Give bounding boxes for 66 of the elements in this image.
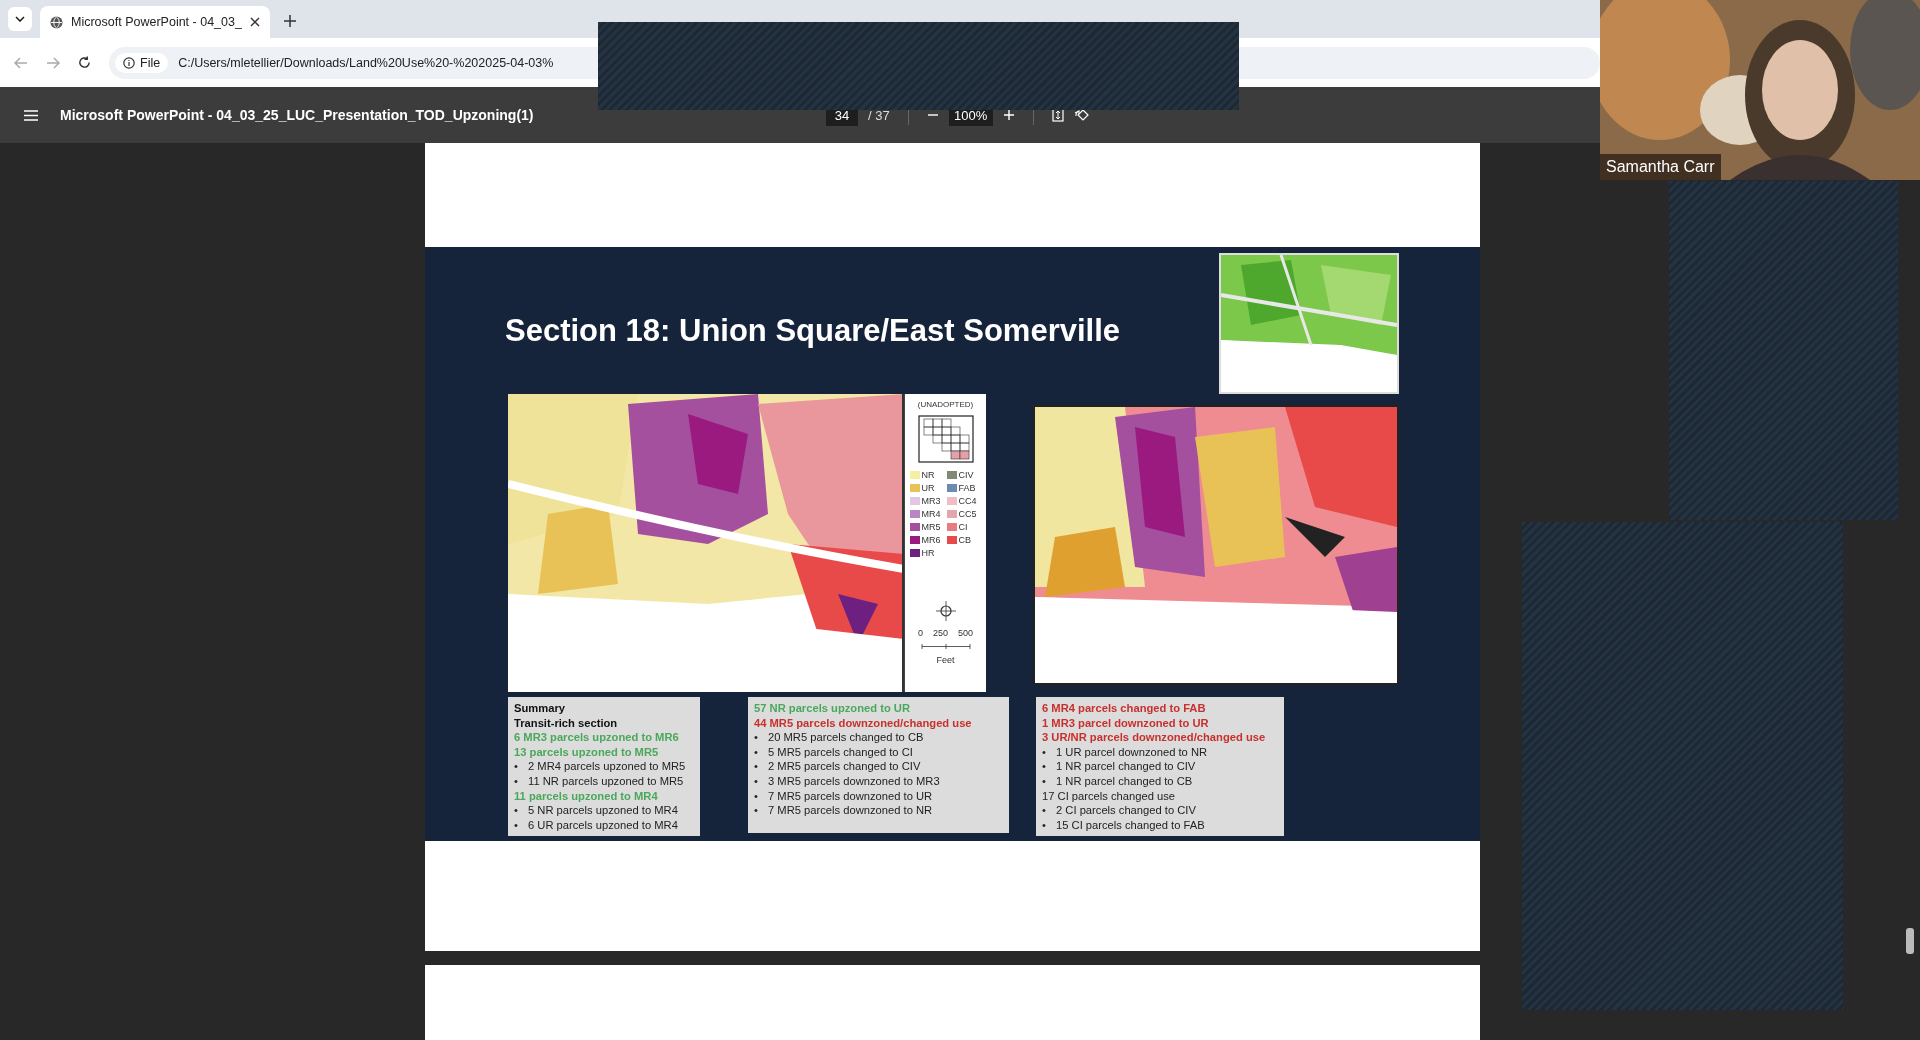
list-item: • 1 NR parcel changed to CB	[1042, 773, 1194, 789]
list-item: • 20 MR5 parcels changed to CB	[754, 730, 925, 745]
compass-icon	[934, 600, 957, 622]
summary-heading: 6 MR3 parcels upzoned to MR6	[514, 730, 680, 745]
legend-item: CB	[946, 534, 982, 545]
scale-label: 0	[917, 628, 923, 638]
list-item: • 6 UR parcels upzoned to MR4	[514, 817, 679, 833]
summary-heading: Transit-rich section	[514, 715, 619, 731]
summary-heading: 44 MR5 parcels downzoned/changed use	[754, 715, 973, 731]
scrollbar-thumb[interactable]	[1906, 928, 1914, 954]
globe-icon	[50, 15, 63, 29]
document-title: Microsoft PowerPoint - 04_03_25_LUC_Presentation_TOD_Upzoning(1)	[60, 107, 534, 123]
menu-icon[interactable]	[24, 109, 38, 121]
legend-item: FAB	[946, 482, 982, 493]
list-item: • 5 NR parcels upzoned to MR4	[514, 803, 679, 818]
slide-title: Section 18: Union Square/East Somerville	[505, 313, 1121, 349]
legend-item: MR4	[909, 508, 945, 519]
grid-index-icon	[917, 415, 974, 463]
info-icon	[123, 56, 135, 69]
legend-item: NR	[909, 469, 945, 480]
scale-label: 500	[958, 628, 974, 638]
list-item: • 3 MR5 parcels downzoned to MR3	[754, 773, 941, 789]
list-item: • 11 NR parcels upzoned to MR5	[514, 773, 685, 789]
legend-item: MR3	[909, 495, 945, 506]
fit-page-icon[interactable]	[1051, 108, 1064, 122]
legend-item: CC5	[946, 508, 982, 519]
legend-item: CIV	[946, 469, 982, 480]
list-item: • 7 MR5 parcels downzoned to NR	[754, 803, 934, 818]
new-tab-icon[interactable]	[283, 15, 296, 27]
rotate-icon[interactable]	[1073, 108, 1090, 122]
participant-name: Samantha Carr	[1600, 154, 1721, 180]
summary-heading: Summary	[514, 701, 566, 716]
close-icon[interactable]	[249, 17, 260, 27]
summary-heading: 57 NR parcels upzoned to UR	[754, 701, 912, 716]
list-item: • 15 CI parcels changed to FAB	[1042, 817, 1206, 833]
tab-list-button[interactable]	[8, 7, 32, 31]
legend-heading: (UNADOPTED)	[917, 400, 974, 409]
scale-bar-icon	[920, 644, 971, 649]
browser-tab[interactable]: Microsoft PowerPoint - 04_03_	[40, 6, 270, 38]
chevron-down-icon	[15, 16, 25, 22]
summary-heading: 13 parcels upzoned to MR5	[514, 744, 660, 760]
legend-item: MR6	[909, 534, 945, 545]
legend-item: UR	[909, 482, 945, 493]
list-item: • 2 MR5 parcels changed to CIV	[754, 759, 922, 774]
legend-item: HR	[909, 547, 945, 558]
legend-item: MR5	[909, 521, 945, 532]
scale-label: 250	[932, 628, 948, 638]
address-field[interactable]: C:/Users/mletellier/Downloads/Land%20Use%20-%202025-04-03%	[178, 55, 554, 70]
legend-item: CC4	[946, 495, 982, 506]
summary-heading: 1 MR3 parcel downzoned to UR	[1042, 715, 1210, 731]
list-item: • 1 UR parcel downzoned to NR	[1042, 744, 1209, 760]
site-info-chip[interactable]: File	[115, 52, 169, 73]
list-item: • 2 CI parcels changed to CIV	[1042, 803, 1197, 818]
scale-unit: Feet	[936, 655, 955, 665]
page-count: / 37	[868, 107, 890, 123]
summary-heading: 11 parcels upzoned to MR4	[514, 788, 659, 804]
list-item: • 5 MR5 parcels changed to CI	[754, 744, 914, 760]
summary-heading: 6 MR4 parcels changed to FAB	[1042, 701, 1207, 716]
list-item: • 2 MR4 parcels upzoned to MR5	[514, 759, 687, 774]
reload-icon[interactable]	[78, 56, 91, 69]
summary-line: 17 CI parcels changed use	[1042, 788, 1177, 804]
legend-item: CI	[946, 521, 982, 532]
zoom-in-icon[interactable]	[1002, 109, 1015, 121]
summary-heading: 3 UR/NR parcels downzoned/changed use	[1042, 730, 1267, 745]
list-item: • 1 NR parcel changed to CIV	[1042, 759, 1197, 774]
list-item: • 7 MR5 parcels downzoned to UR	[754, 788, 934, 804]
